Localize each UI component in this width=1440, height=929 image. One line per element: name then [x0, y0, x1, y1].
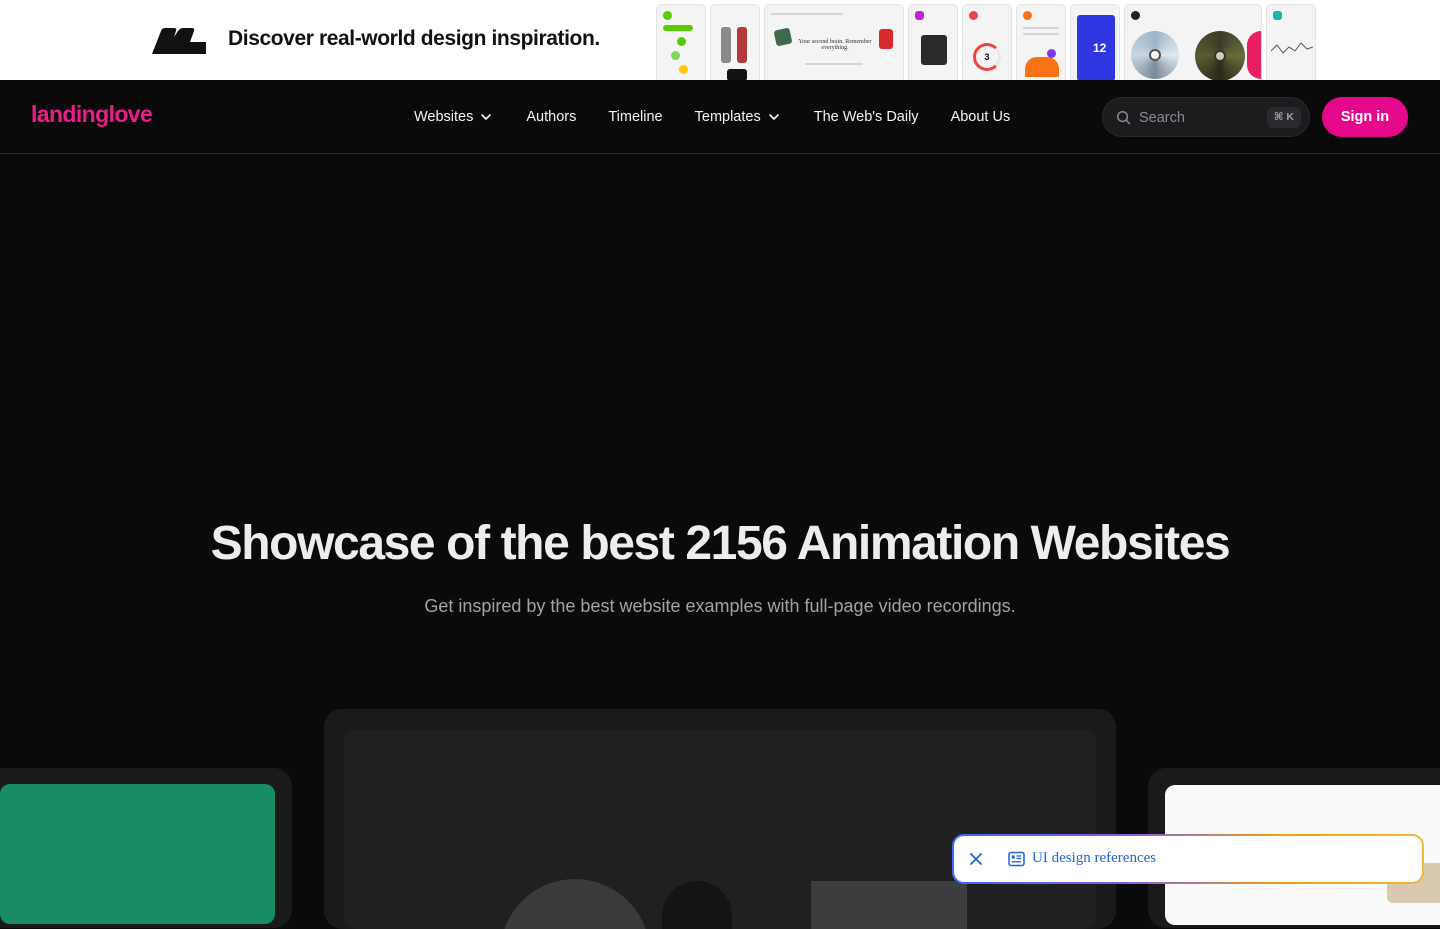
nav-item-timeline[interactable]: Timeline [608, 109, 662, 125]
brand-logo-icon [152, 28, 206, 54]
toast-label[interactable]: UI design references [1032, 850, 1156, 867]
nav-item-authors[interactable]: Authors [526, 109, 576, 125]
ad-thumbnail[interactable]: Your second brain. Remember everything. [764, 4, 904, 80]
ad-thumbnail[interactable]: 12 [1070, 4, 1120, 80]
ui-references-toast[interactable]: UI design references [952, 834, 1424, 884]
website-preview[interactable] [344, 729, 1096, 929]
page-subtitle: Get inspired by the best website example… [424, 596, 1016, 616]
close-icon[interactable] [968, 851, 984, 867]
document-list-icon [1008, 851, 1025, 867]
search-input[interactable] [1139, 107, 1259, 129]
preview-shape [662, 881, 732, 929]
preview-shape [500, 879, 650, 929]
ad-thumbnail[interactable] [710, 4, 760, 80]
ad-thumbnail-strip[interactable]: Your second brain. Remember everything. … [656, 4, 1316, 80]
ad-thumbnail[interactable] [908, 4, 958, 80]
sign-in-button[interactable]: Sign in [1322, 97, 1408, 137]
page-title: Showcase of the best 2156 Animation Webs… [210, 517, 1231, 570]
ad-thumbnail[interactable] [1124, 4, 1262, 80]
search-icon [1116, 110, 1131, 125]
nav-item-webs-daily[interactable]: The Web's Daily [814, 109, 919, 125]
nav-item-label: Authors [526, 109, 577, 125]
ad-banner[interactable]: Discover real-world design inspiration. … [0, 0, 1440, 80]
thumbnail-text: Your second brain. Remember everything. [798, 39, 872, 51]
showcase-card-left[interactable] [0, 768, 292, 928]
thumbnail-text: 12 [1093, 41, 1107, 55]
nav-item-label: Templates [694, 109, 761, 125]
nav-item-label: Websites [414, 109, 474, 125]
chevron-down-icon [768, 114, 779, 120]
website-preview[interactable] [0, 784, 275, 924]
keyboard-shortcut-badge: ⌘ K [1266, 107, 1301, 128]
chevron-down-icon [481, 114, 492, 120]
main-navbar: landinglove Websites Authors Timeline Te… [0, 80, 1440, 154]
nav-item-label: The Web's Daily [813, 109, 919, 125]
nav-item-label: Timeline [608, 109, 663, 125]
nav-links: Websites Authors Timeline Templates The … [414, 80, 1010, 154]
ad-thumbnail[interactable] [1016, 4, 1066, 80]
nav-item-websites[interactable]: Websites [414, 109, 492, 125]
toast-body: UI design references [954, 836, 1422, 882]
nav-item-label: About Us [950, 109, 1011, 125]
ad-thumbnail[interactable] [1266, 4, 1316, 80]
thumbnail-text: 3 [973, 43, 1001, 71]
ad-headline[interactable]: Discover real-world design inspiration. [228, 27, 600, 51]
ad-thumbnail[interactable]: 3 [962, 4, 1012, 80]
search-box[interactable]: ⌘ K [1102, 97, 1310, 137]
nav-item-templates[interactable]: Templates [695, 109, 780, 125]
ad-thumbnail[interactable] [656, 4, 706, 80]
brand-logo[interactable]: landinglove [31, 101, 153, 128]
nav-item-about-us[interactable]: About Us [951, 109, 1011, 125]
preview-shape [811, 881, 967, 929]
showcase-card-center[interactable] [324, 709, 1116, 929]
